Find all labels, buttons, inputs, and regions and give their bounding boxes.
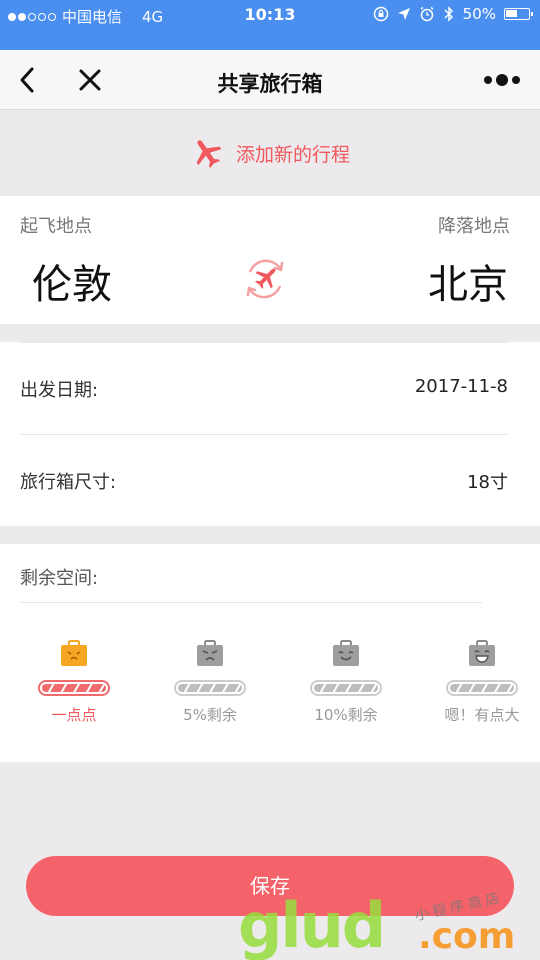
route-card: 起飞地点 伦敦 降落地点 北京: [0, 196, 540, 324]
space-option-label: 一点点: [51, 706, 97, 724]
space-option-tiny[interactable]: 一点点: [6, 640, 142, 740]
location-icon: [397, 8, 410, 20]
navigation-bar: 共享旅行箱: [0, 50, 540, 110]
space-option-label: 嗯！有点大: [444, 706, 520, 724]
more-button[interactable]: [482, 70, 522, 90]
arrival-city[interactable]: 北京: [428, 252, 508, 310]
remaining-space-title: 剩余空间:: [20, 568, 99, 589]
divider: [20, 602, 482, 603]
rotation-lock-icon: [373, 6, 388, 22]
battery-percent: 50%: [462, 5, 496, 23]
departure-label: 起飞地点: [20, 216, 92, 237]
space-level-bar: [174, 680, 246, 696]
suitcase-smile-icon: [333, 640, 359, 666]
space-option-5-percent[interactable]: 5%剩余: [142, 640, 278, 740]
space-level-bar: [446, 680, 518, 696]
suitcase-size-label: 旅行箱尺寸:: [20, 472, 117, 493]
departure-date-value: 2017-11-8: [414, 376, 508, 397]
space-option-label: 10%剩余: [314, 706, 378, 724]
suitcase-sad-icon: [197, 640, 223, 666]
save-button[interactable]: 保存: [26, 856, 514, 916]
suitcase-grin-icon: [469, 640, 495, 666]
add-trip-label: 添加新的行程: [235, 143, 350, 166]
suitcase-tiny-icon: [61, 640, 87, 666]
departure-date-label: 出发日期:: [20, 380, 99, 401]
arrival-label: 降落地点: [438, 216, 510, 237]
suitcase-size-row[interactable]: 旅行箱尺寸: 18寸: [20, 434, 508, 526]
swap-route-button[interactable]: [240, 254, 290, 308]
remaining-space-card: 剩余空间: 一点点 5%剩余 10%剩余 嗯！有点大: [0, 544, 540, 762]
watermark-suffix: .com: [418, 916, 516, 957]
departure-city[interactable]: 伦敦: [32, 252, 112, 310]
battery-icon: [504, 8, 533, 20]
page-title: 共享旅行箱: [217, 72, 323, 96]
status-bar: 中国电信 4G 10:13 50%: [0, 0, 540, 50]
space-level-bar: [38, 680, 110, 696]
space-option-big[interactable]: 嗯！有点大: [414, 640, 540, 740]
add-trip-button[interactable]: 添加新的行程: [0, 110, 540, 196]
space-level-bar: [310, 680, 382, 696]
alarm-icon: [420, 6, 434, 22]
status-icons: 50%: [373, 5, 533, 23]
suitcase-size-value: 18寸: [467, 472, 508, 493]
airplane-icon: [196, 140, 222, 168]
bluetooth-icon: [444, 6, 453, 22]
departure-date-row[interactable]: 出发日期: 2017-11-8: [20, 342, 508, 434]
trip-info-card: 出发日期: 2017-11-8 旅行箱尺寸: 18寸: [0, 342, 540, 526]
swap-flight-icon: [246, 259, 284, 299]
space-option-10-percent[interactable]: 10%剩余: [278, 640, 414, 740]
more-dots-icon: [484, 74, 520, 86]
space-option-label: 5%剩余: [183, 706, 237, 724]
